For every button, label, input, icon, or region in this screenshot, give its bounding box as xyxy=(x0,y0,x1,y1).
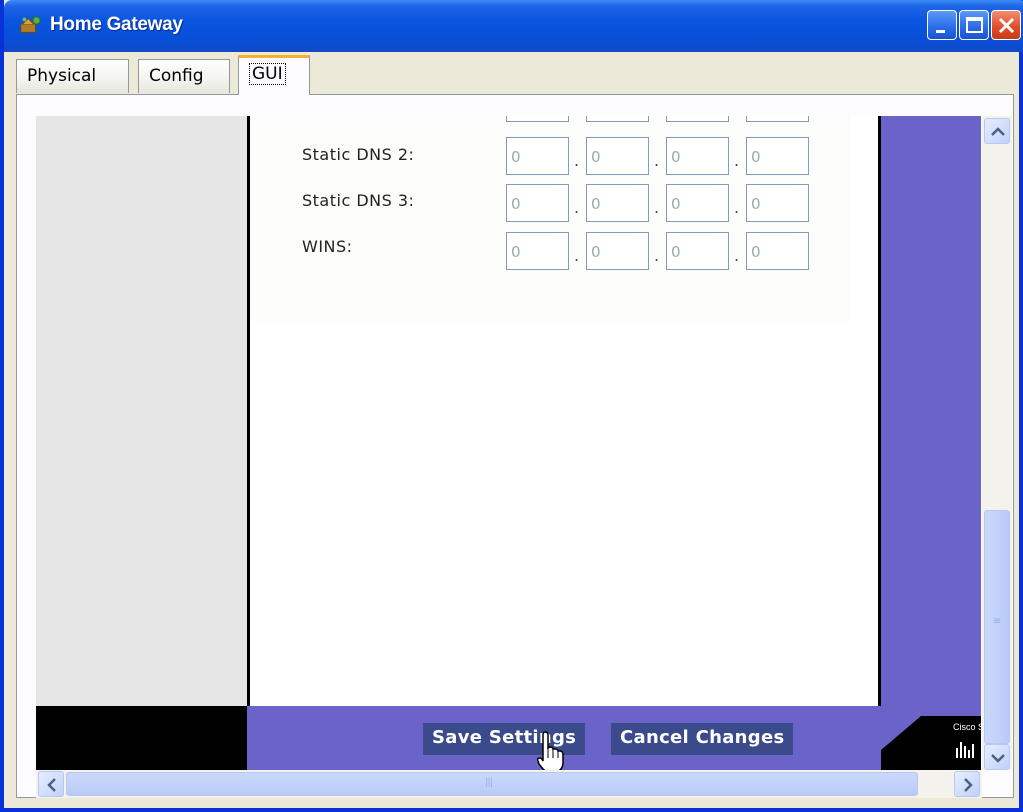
tab-strip: Physical Config GUI xyxy=(16,55,1016,95)
cisco-logo-area: Cisco S xyxy=(881,706,981,770)
horizontal-scrollbar[interactable]: ||| xyxy=(36,770,982,798)
static-dns-3-label: Static DNS 3: xyxy=(302,191,415,210)
scroll-down-button[interactable] xyxy=(984,744,1010,770)
app-window: Home Gateway Physical Config GUI Static … xyxy=(0,0,1023,812)
wins-octet-4[interactable]: 0 xyxy=(746,232,809,270)
wins-octet-1[interactable]: 0 xyxy=(506,232,569,270)
scroll-right-button[interactable] xyxy=(954,771,980,797)
logo-text: Cisco S xyxy=(953,722,981,732)
tab-config-label: Config xyxy=(149,66,204,86)
chevron-right-icon xyxy=(964,778,973,792)
chevron-left-icon xyxy=(47,778,56,792)
content-panel: Static DNS 2: 0 . 0 . 0 . 0 Static DNS 3… xyxy=(247,116,881,706)
scroll-left-button[interactable] xyxy=(38,771,64,797)
chevron-down-icon xyxy=(991,754,1005,763)
right-panel xyxy=(881,116,981,706)
minimize-button[interactable] xyxy=(927,10,957,40)
static-dns-2-label: Static DNS 2: xyxy=(302,145,415,164)
static-dns-2-octet-3[interactable]: 0 xyxy=(666,137,729,175)
window-title: Home Gateway xyxy=(50,14,183,35)
close-button[interactable] xyxy=(991,10,1021,40)
left-footer xyxy=(36,706,247,770)
maximize-button[interactable] xyxy=(959,10,989,40)
tab-config[interactable]: Config xyxy=(138,59,230,93)
gui-viewport: Static DNS 2: 0 . 0 . 0 . 0 Static DNS 3… xyxy=(36,116,981,770)
wins-label: WINS: xyxy=(302,237,353,256)
tab-gui-label: GUI xyxy=(249,63,286,85)
chevron-up-icon xyxy=(991,127,1005,136)
octet-input[interactable] xyxy=(666,116,729,122)
static-dns-3-octet-4[interactable]: 0 xyxy=(746,184,809,222)
tab-gui[interactable]: GUI xyxy=(238,55,310,95)
vertical-scroll-thumb[interactable]: ≡ xyxy=(984,510,1010,744)
title-bar[interactable]: Home Gateway xyxy=(4,0,1023,52)
gateway-icon xyxy=(20,16,41,33)
cisco-logo-icon: Cisco S xyxy=(881,716,981,770)
wins-octet-2[interactable]: 0 xyxy=(586,232,649,270)
hand-cursor-icon xyxy=(536,731,564,773)
static-dns-2-octet-1[interactable]: 0 xyxy=(506,137,569,175)
tab-physical[interactable]: Physical xyxy=(16,59,129,93)
close-icon xyxy=(998,17,1015,34)
static-dns-3-octet-1[interactable]: 0 xyxy=(506,184,569,222)
static-dns-2-octet-2[interactable]: 0 xyxy=(586,137,649,175)
octet-input[interactable] xyxy=(586,116,649,122)
static-dns-2-octet-4[interactable]: 0 xyxy=(746,137,809,175)
static-dns-3-octet-3[interactable]: 0 xyxy=(666,184,729,222)
wins-octet-3[interactable]: 0 xyxy=(666,232,729,270)
vertical-scrollbar[interactable]: ≡ xyxy=(982,116,1012,770)
scroll-up-button[interactable] xyxy=(984,118,1010,144)
octet-input[interactable] xyxy=(746,116,809,122)
minimize-icon xyxy=(936,30,945,33)
maximize-icon xyxy=(966,17,983,33)
left-panel xyxy=(36,116,247,706)
dns-settings-form: Static DNS 2: 0 . 0 . 0 . 0 Static DNS 3… xyxy=(250,116,850,321)
cancel-changes-button[interactable]: Cancel Changes xyxy=(611,723,794,755)
octet-input[interactable] xyxy=(506,116,569,122)
static-dns-3-octet-2[interactable]: 0 xyxy=(586,184,649,222)
horizontal-scroll-thumb[interactable]: ||| xyxy=(66,772,918,796)
tab-physical-label: Physical xyxy=(27,66,97,86)
